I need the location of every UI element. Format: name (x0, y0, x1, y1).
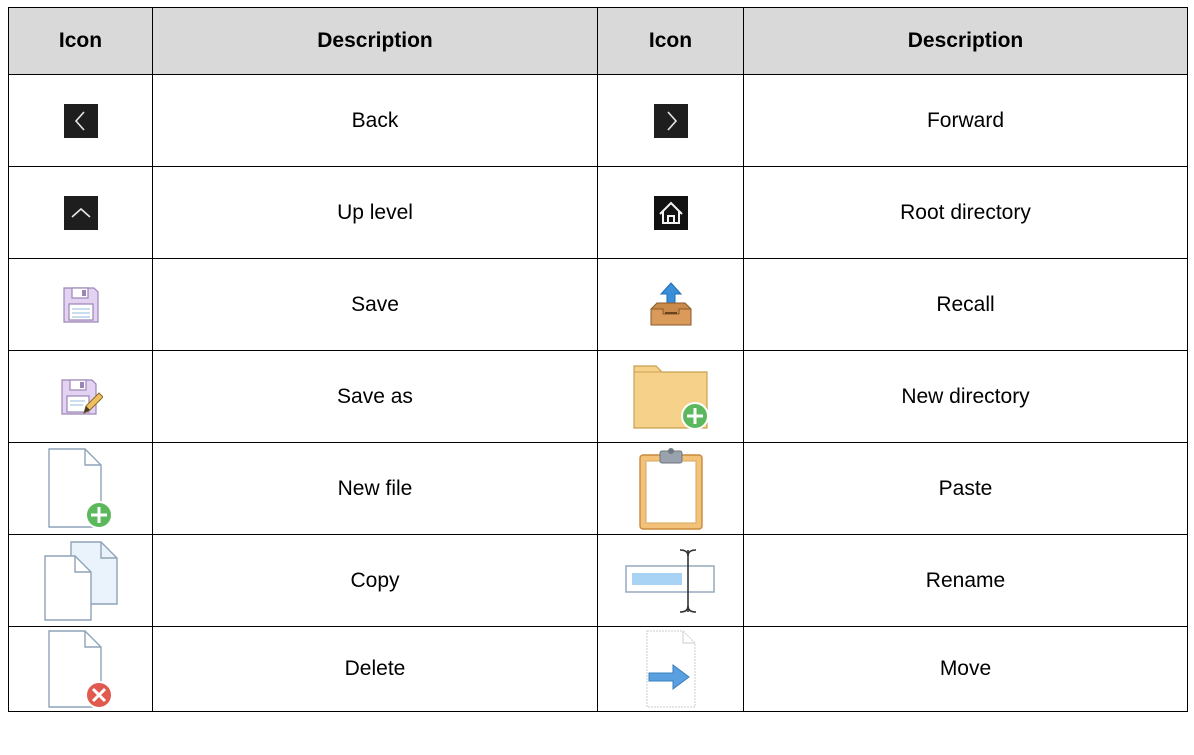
description-back: Back (152, 74, 598, 167)
description-save: Save (152, 258, 598, 351)
table-row: New file Paste (8, 442, 1188, 535)
up-level-icon (63, 195, 98, 230)
table-header-row: Icon Description Icon Description (8, 7, 1188, 75)
description-paste: Paste (743, 442, 1188, 535)
delete-icon (47, 630, 113, 709)
description-new-file: New file (152, 442, 598, 535)
table-row: Back Forward (8, 74, 1188, 167)
header-description-left: Description (152, 7, 598, 75)
rename-icon (624, 548, 715, 613)
description-root-directory: Root directory (743, 166, 1188, 259)
icon-description-table: Icon Description Icon Description Back F… (8, 7, 1188, 712)
save-icon (62, 286, 99, 323)
header-icon-right: Icon (597, 7, 744, 75)
description-copy: Copy (152, 534, 598, 627)
table-row: Save Recall (8, 258, 1188, 351)
description-move: Move (743, 626, 1188, 712)
back-icon (63, 103, 98, 138)
header-icon-left: Icon (8, 7, 153, 75)
table-row: Delete Move (8, 626, 1188, 712)
description-rename: Rename (743, 534, 1188, 627)
description-delete: Delete (152, 626, 598, 712)
table-row: Save as New directory (8, 350, 1188, 443)
table-row: Copy Rename (8, 534, 1188, 627)
save-as-icon (60, 378, 103, 415)
header-description-right: Description (743, 7, 1188, 75)
description-forward: Forward (743, 74, 1188, 167)
description-up-level: Up level (152, 166, 598, 259)
forward-icon (653, 103, 688, 138)
description-save-as: Save as (152, 350, 598, 443)
new-directory-icon (632, 364, 709, 430)
home-icon (653, 195, 688, 230)
paste-icon (638, 447, 703, 530)
move-icon (646, 630, 695, 708)
new-file-icon (47, 447, 113, 529)
table-row: Up level Root directory (8, 166, 1188, 259)
description-recall: Recall (743, 258, 1188, 351)
description-new-directory: New directory (743, 350, 1188, 443)
copy-icon (43, 540, 118, 621)
recall-icon (650, 281, 691, 325)
